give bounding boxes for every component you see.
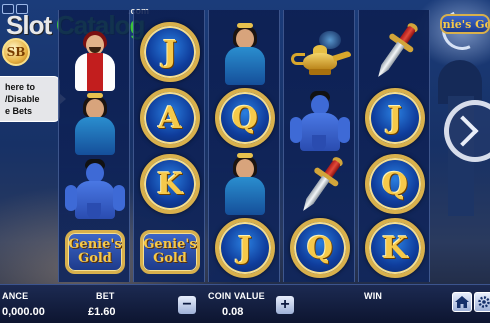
symbol-princess [211, 152, 279, 216]
symbol-letter-text: K [156, 166, 184, 202]
symbol-letter: K [361, 216, 429, 280]
balance-label: ANCE [2, 291, 29, 301]
side-bets-tooltip: here to /Disable e Bets [0, 76, 66, 122]
letter-coin-icon: Q [215, 88, 275, 148]
genie-icon [65, 157, 125, 219]
symbol-letter-text: A [158, 100, 182, 136]
symbol-letter-text: J [162, 34, 178, 70]
scatter-line: Gold [78, 251, 112, 266]
side-bets-badge[interactable]: SB [2, 38, 30, 66]
home-icon [455, 296, 469, 308]
symbol-dagger [361, 20, 429, 84]
symbol-letter: J [361, 86, 429, 150]
coin-value-minus-button[interactable]: − [178, 296, 196, 314]
princess-icon [65, 93, 125, 155]
vizier-icon [65, 29, 125, 91]
game-title-logo: Genie's Gold [440, 14, 490, 34]
magic-lamp-icon [289, 31, 352, 81]
princess-icon [215, 23, 275, 85]
genie-icon [290, 89, 350, 151]
symbol-princess [61, 92, 129, 156]
symbol-genie [286, 88, 354, 152]
genies-gold-scatter-icon: Genie's Gold [65, 230, 125, 274]
letter-coin-icon: J [140, 22, 200, 82]
letter-coin-icon: Q [290, 218, 350, 278]
symbol-princess [211, 22, 279, 86]
bet-value: £1.60 [88, 306, 116, 318]
tooltip-line: /Disable [5, 94, 40, 104]
symbol-letter-text: Q [231, 100, 259, 136]
symbol-genie [61, 156, 129, 220]
symbol-letter-text: J [237, 230, 253, 266]
symbol-letter: K [136, 152, 204, 216]
dagger-icon [353, 10, 437, 94]
reel-5: J Q K [358, 10, 430, 282]
bottom-control-bar: ANCE 0,000.00 BET £1.60 − COIN VALUE 0.0… [0, 284, 490, 323]
coin-value-plus-button[interactable]: + [276, 296, 294, 314]
game-title-text: Genie's Gold [442, 17, 488, 31]
symbol-letter-text: J [387, 100, 403, 136]
reel-grid: Genie's Gold J A K Genie's Gold Q J Q J … [58, 10, 430, 282]
home-button[interactable] [452, 292, 472, 312]
tooltip-line: e Bets [5, 106, 33, 116]
symbol-letter: J [211, 216, 279, 280]
letter-coin-icon: J [215, 218, 275, 278]
symbol-genies-gold: Genie's Gold [136, 220, 204, 284]
reel-1: Genie's Gold [58, 10, 130, 282]
scatter-line: Gold [153, 251, 187, 266]
scatter-line: Genie's [68, 237, 122, 252]
symbol-letter-text: Q [306, 230, 334, 266]
plus-icon: + [280, 296, 290, 313]
symbol-lamp [286, 24, 354, 88]
letter-coin-icon: A [140, 88, 200, 148]
letter-coin-icon: Q [365, 154, 425, 214]
letter-coin-icon: J [365, 88, 425, 148]
bet-label: BET [96, 291, 115, 301]
reel-4: Q [283, 10, 355, 282]
symbol-letter: Q [286, 216, 354, 280]
tooltip-line: here to [5, 82, 36, 92]
genies-gold-scatter-icon: Genie's Gold [140, 230, 200, 274]
gear-icon [478, 296, 490, 308]
symbol-letter-text: K [381, 230, 409, 266]
scatter-line: Genie's [143, 237, 197, 252]
win-label: WIN [364, 291, 383, 301]
symbol-genies-gold: Genie's Gold [61, 220, 129, 284]
settings-button[interactable] [474, 292, 490, 312]
coin-value-label: COIN VALUE [208, 291, 265, 301]
symbol-letter-text: Q [381, 166, 409, 202]
reel-3: Q J [208, 10, 280, 282]
symbol-dagger [286, 154, 354, 218]
letter-coin-icon: K [365, 218, 425, 278]
symbol-letter: A [136, 86, 204, 150]
balance-value: 0,000.00 [2, 306, 45, 318]
coin-value: 0.08 [222, 306, 244, 318]
reel-2: J A K Genie's Gold [133, 10, 205, 282]
symbol-letter: Q [211, 86, 279, 150]
watermark-slot: Slot [6, 10, 52, 40]
minus-icon: − [182, 296, 192, 313]
symbol-letter: J [136, 20, 204, 84]
symbol-man [61, 28, 129, 92]
spin-button[interactable] [438, 92, 490, 170]
princess-icon [215, 153, 275, 215]
symbol-letter: Q [361, 152, 429, 216]
letter-coin-icon: K [140, 154, 200, 214]
side-bets-badge-label: SB [6, 45, 26, 59]
game-stage: Slot Catalog .com SB here to /Disable e … [0, 0, 490, 323]
